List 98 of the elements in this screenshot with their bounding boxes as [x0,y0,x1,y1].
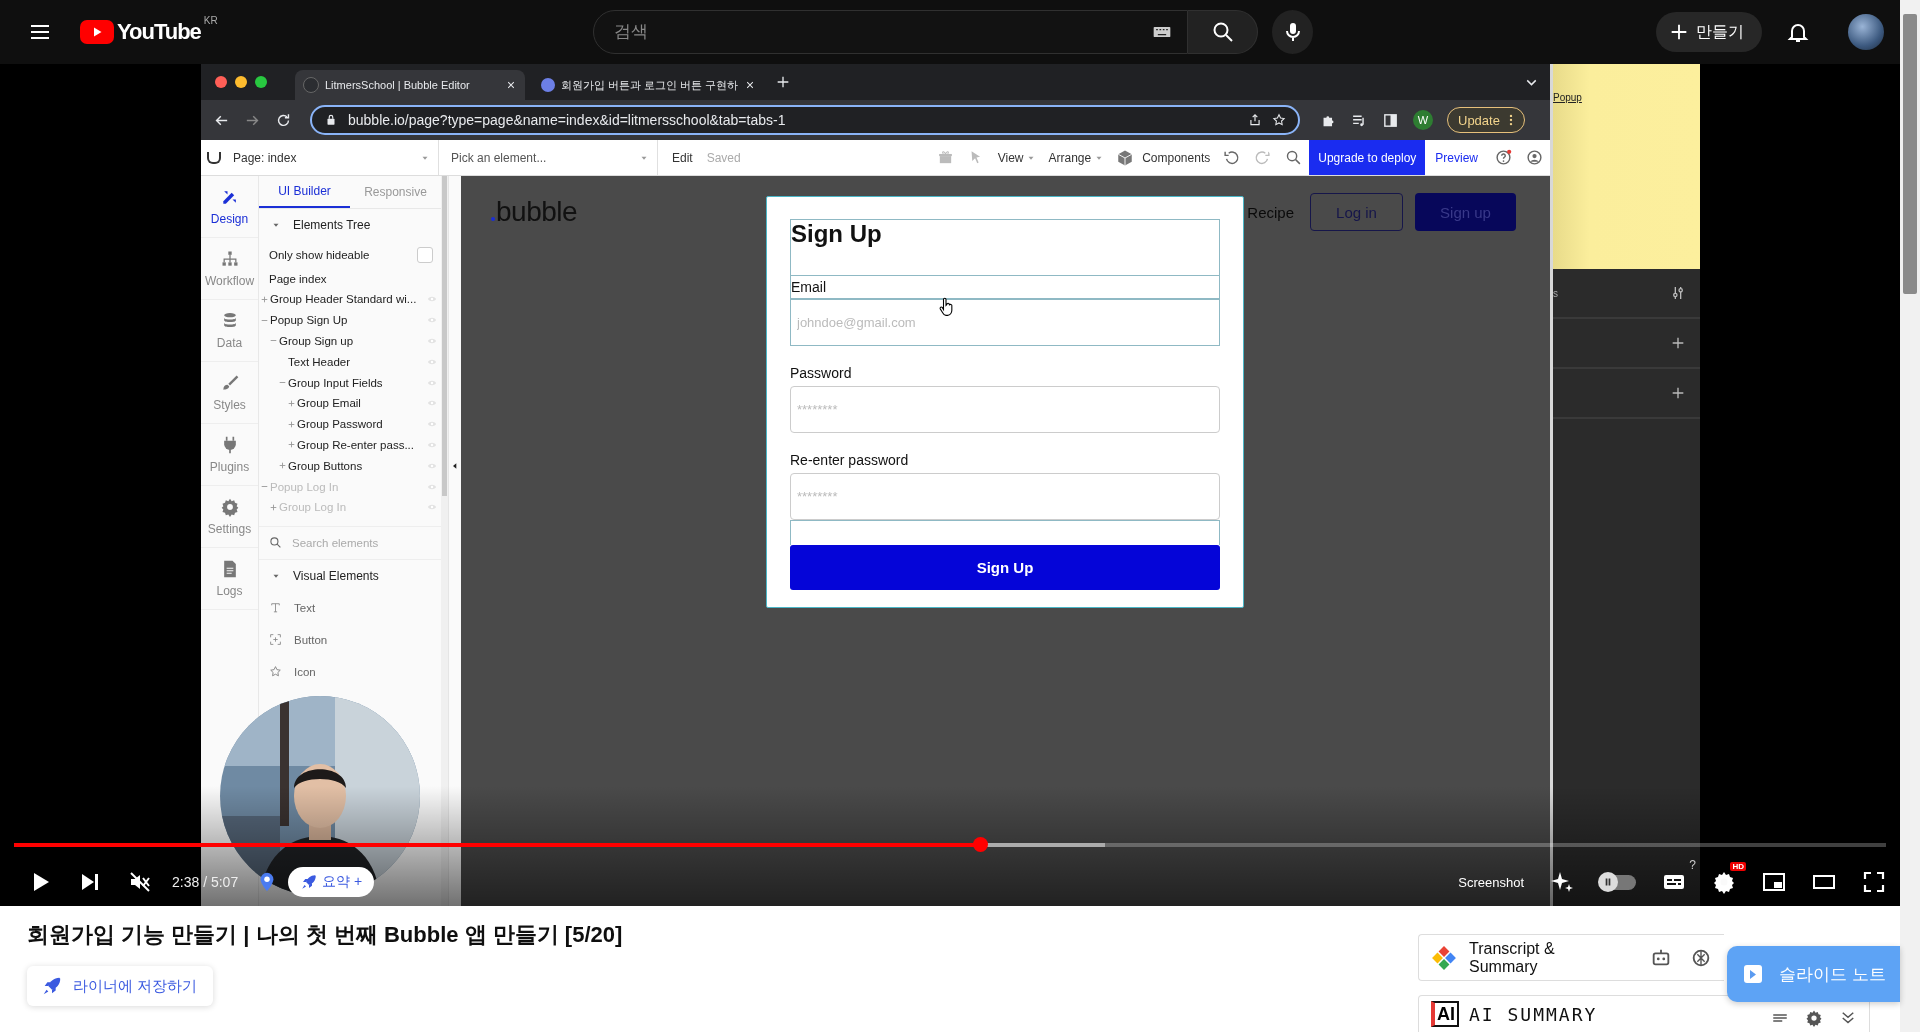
search-field[interactable]: 검색 [593,10,1188,54]
settings-icon [219,497,240,517]
browser-tab[interactable]: 회원가입 버튼과 로그인 버튼 구현하 [533,70,763,100]
search-icon[interactable] [1285,149,1303,166]
muted-speaker-icon[interactable] [128,870,152,894]
autoplay-toggle[interactable] [1600,874,1636,890]
cube-icon [1116,148,1135,167]
sidebar-item[interactable]: Settings [201,486,258,548]
sidebar-item[interactable]: Design [201,176,258,238]
profile-avatar[interactable]: W [1413,110,1433,130]
quality-badge: HD [1730,862,1746,871]
miniplayer-icon[interactable] [1762,870,1786,894]
settings-icon[interactable] [1712,870,1736,894]
button-tool-icon [269,633,282,647]
undo-icon[interactable] [1223,149,1241,166]
field-label: Re-enter password [790,451,909,468]
progress-bar[interactable] [14,837,1886,852]
collapse-icon[interactable] [451,461,459,471]
screenshot-button[interactable]: Screenshot [1458,874,1524,890]
sidebar-item[interactable]: Logs [201,548,258,610]
input-field[interactable]: ******** [790,473,1220,520]
rocket-icon [300,873,319,891]
video-title: 회원가입 기능 만들기 | 나의 첫 번째 Bubble 앱 만들기 [5/20] [27,921,624,949]
rocket-icon [41,975,63,997]
diamond-logo-icon [1431,944,1457,971]
arrange-menu[interactable]: Arrange [1048,150,1105,165]
browser-tab[interactable]: LitmersSchool | Bubble Editor [295,70,525,100]
section-header[interactable]: Elements Tree [259,209,441,241]
field-label: Email [791,279,826,295]
share-icon[interactable] [1248,113,1262,127]
new-tab-icon[interactable] [775,74,791,90]
address-bar[interactable]: bubble.io/page?type=page&name=index&id=litmersschool&tab=tabs-1 [310,105,1300,135]
plus-icon[interactable] [1670,335,1686,351]
note-text: Popup [1553,92,1582,103]
url-text: bubble.io/page?type=page&name=index&id=litmersschool&tab=tabs-1 [348,112,786,128]
components-button[interactable]: Components [1116,148,1211,167]
sidebar-item[interactable]: Plugins [201,424,258,486]
field-label: Password [790,364,852,381]
sidebar-item[interactable]: Styles [201,362,258,424]
create-button[interactable]: 만들기 [1656,12,1762,52]
search-icon [269,535,282,549]
plus-icon[interactable] [1670,385,1686,401]
update-button[interactable]: Update [1447,107,1525,133]
star-icon [269,665,282,679]
element-item[interactable]: Text [259,591,441,624]
sidebar-item[interactable]: Data [201,300,258,362]
tab-title: 회원가입 버튼과 로그인 버튼 구현하 [561,77,739,93]
scrollbar-thumb[interactable] [442,176,447,496]
reload-icon[interactable] [275,111,292,129]
bubble-logo-icon[interactable] [207,151,221,164]
text-tool-icon [269,601,282,615]
time-display: 2:38 / 5:07 [172,874,239,890]
checkbox[interactable] [417,247,433,263]
sidebar-item[interactable]: Workflow [201,238,258,300]
tab-title: LitmersSchool | Bubble Editor [325,79,471,91]
ai-logo: AI [1431,1001,1459,1027]
search-field[interactable]: Search elements [259,526,441,559]
side-panel-icon[interactable] [1382,111,1399,129]
preview-button[interactable]: Preview [1435,150,1478,165]
row-label: s [1553,287,1558,299]
scrollbar-thumb[interactable] [1903,14,1917,294]
avatar[interactable] [1848,14,1884,50]
fullscreen-icon[interactable] [1862,870,1886,894]
help-icon[interactable] [1495,149,1512,166]
sliders-icon[interactable] [1670,285,1686,301]
bookmark-icon[interactable] [1272,113,1286,127]
account-icon[interactable] [1526,149,1543,166]
page-dropdown[interactable]: Page: index [229,140,439,175]
section-header[interactable]: Visual Elements [259,559,441,592]
view-menu[interactable]: View [997,150,1037,165]
hint-mark: ? [1689,858,1696,872]
window-control-button[interactable] [215,76,227,88]
element-item[interactable]: Button [259,623,441,656]
signup-button[interactable]: Sign Up [790,545,1220,590]
play-logo-icon [91,26,103,38]
bubble-logo: bubble [491,196,578,228]
save-button[interactable]: 라이너에 저장하기 [27,966,214,1006]
panel-title: Transcript & Summary [1469,939,1556,976]
input-field[interactable]: johndoe@gmail.com [790,299,1220,346]
search-button[interactable] [1188,10,1259,54]
edit-menu[interactable]: Edit [672,150,693,165]
element-dropdown[interactable]: Pick an element... [439,140,658,175]
tree-item[interactable]: Page index [259,269,441,289]
filter-label: Only show hideable [269,249,371,261]
popup-title: Sign Up [791,220,883,248]
tree-item[interactable]: Text Header [277,351,441,373]
element-item[interactable]: Icon [259,655,441,688]
input-field[interactable]: ******** [790,386,1220,433]
transcript-panel[interactable]: Transcript & Summary [1418,934,1724,981]
summary-button[interactable]: 요약 + [288,867,375,897]
panel-tab[interactable]: UI Builder [259,176,350,208]
window-control-button[interactable] [255,76,267,88]
settings-icon[interactable] [1805,1009,1823,1027]
panel-title: AI SUMMARY [1469,1003,1598,1025]
voice-search-button[interactable] [1272,10,1313,54]
deploy-button[interactable]: Upgrade to deploy [1309,140,1426,175]
window-control-button[interactable] [235,76,247,88]
save-status: Saved [706,150,741,165]
